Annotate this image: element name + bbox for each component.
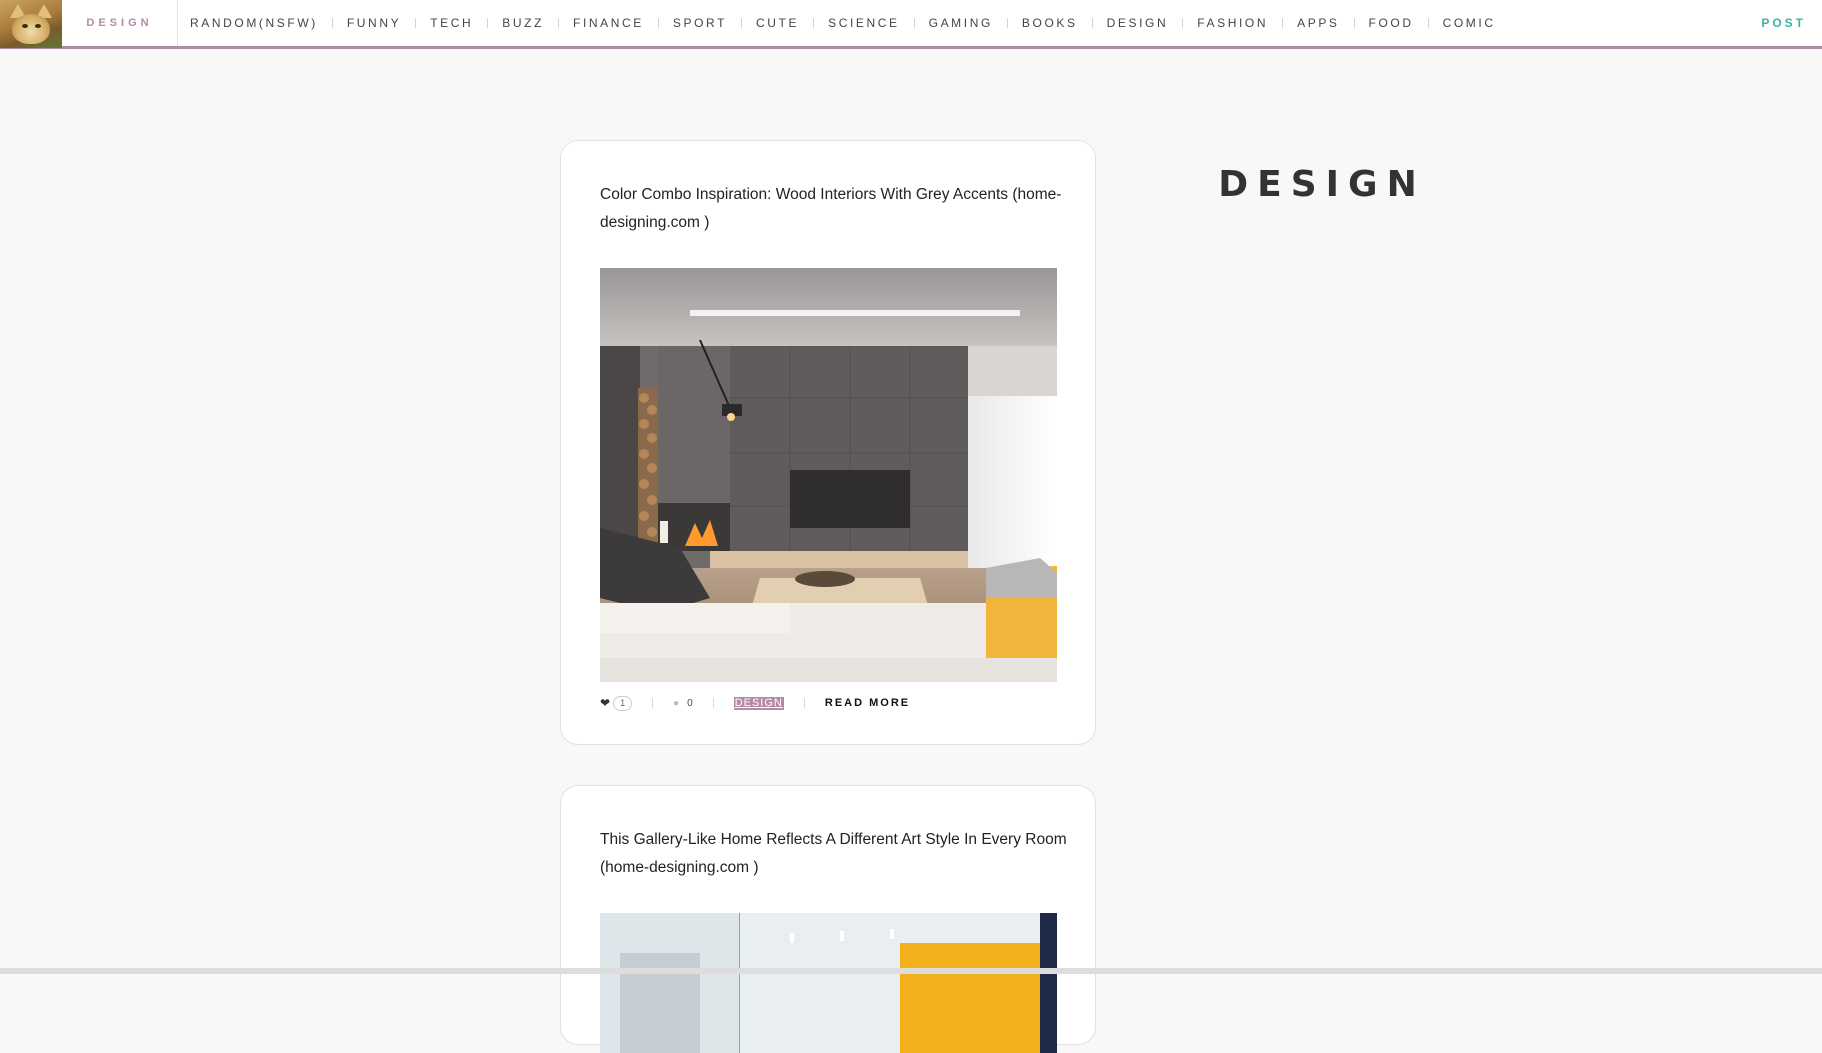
post-actions: ❤ 1 ● 0 DESIGN READ MORE [600,693,910,713]
nav-item-gaming[interactable]: GAMING [929,16,993,30]
nav-item-cute[interactable]: CUTE [756,16,799,30]
nav-divider [1182,18,1184,28]
nav-item-random[interactable]: RANDOM(NSFW) [190,16,318,30]
nav-item-sport[interactable]: SPORT [673,16,727,30]
nav-divider [657,18,659,28]
site-logo[interactable] [0,0,62,48]
nav-item-buzz[interactable]: BUZZ [502,16,544,30]
like-button[interactable]: ❤ 1 [600,695,633,711]
nav-item-comic[interactable]: COMIC [1443,16,1496,30]
post-card: This Gallery-Like Home Reflects A Differ… [560,785,1096,1053]
nav-divider [813,18,815,28]
gallery-home-illustration [600,913,1057,1053]
nav-divider [1091,18,1093,28]
category-nav: RANDOM(NSFW) FUNNY TECH BUZZ FINANCE SPO… [190,0,1496,46]
nav-item-books[interactable]: BOOKS [1022,16,1078,30]
post-button[interactable]: POST [1761,0,1806,46]
nav-divider [1427,18,1429,28]
sidebar-category-heading: DESIGN [1218,164,1426,206]
nav-divider [415,18,417,28]
like-count: 1 [613,695,633,711]
read-more-link[interactable]: READ MORE [825,697,910,709]
nav-item-food[interactable]: FOOD [1369,16,1414,30]
nav-divider [558,18,560,28]
action-divider [652,698,654,708]
nav-divider [1006,18,1008,28]
nav-divider [487,18,489,28]
comment-icon: ● [673,697,680,709]
nav-divider [331,18,333,28]
nav-divider [1353,18,1355,28]
comment-count: 0 [687,697,693,709]
nav-divider [741,18,743,28]
post-title[interactable]: Color Combo Inspiration: Wood Interiors … [600,181,1070,237]
nav-item-finance[interactable]: FINANCE [573,16,644,30]
post-title[interactable]: This Gallery-Like Home Reflects A Differ… [600,826,1070,882]
nav-item-design[interactable]: DESIGN [1107,16,1169,30]
logo-cat-eye-left [22,24,28,28]
action-divider [712,698,714,708]
post-card: Color Combo Inspiration: Wood Interiors … [560,140,1096,745]
nav-item-apps[interactable]: APPS [1297,16,1339,30]
nav-item-tech[interactable]: TECH [430,16,473,30]
nav-item-science[interactable]: SCIENCE [828,16,900,30]
comment-button[interactable]: ● 0 [673,698,693,709]
nav-divider [1282,18,1284,28]
site-name[interactable]: DESIGN [62,0,178,46]
nav-divider [913,18,915,28]
logo-cat-face [12,14,50,44]
logo-cat-eye-right [35,24,41,28]
heart-icon: ❤ [600,696,611,710]
nav-item-fashion[interactable]: FASHION [1197,16,1268,30]
living-room-illustration [600,268,1057,682]
post-image-gallery-home[interactable] [600,913,1057,1053]
category-tag[interactable]: DESIGN [733,696,784,710]
post-image-living-room[interactable] [600,268,1057,682]
nav-item-funny[interactable]: FUNNY [347,16,401,30]
top-navigation-bar: DESIGN RANDOM(NSFW) FUNNY TECH BUZZ FINA… [0,0,1822,49]
horizontal-scrollbar[interactable] [0,968,1822,974]
action-divider [803,698,805,708]
